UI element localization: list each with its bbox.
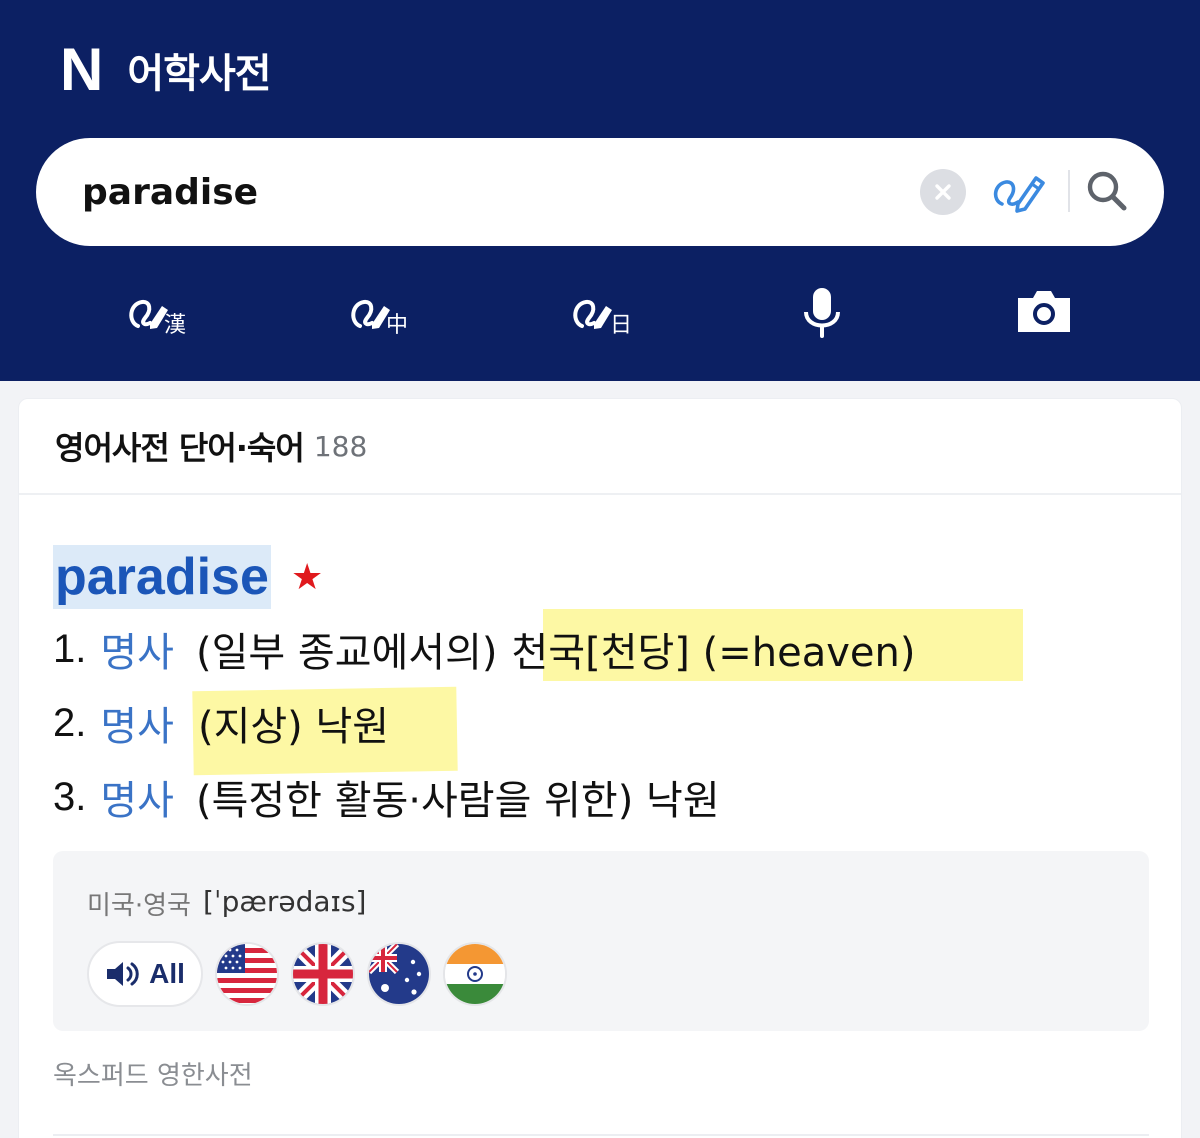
search-input[interactable]: paradise xyxy=(82,172,258,213)
divider xyxy=(53,1134,1149,1136)
handwriting-hanja-icon: 漢 xyxy=(129,299,186,338)
image-search-button[interactable] xyxy=(1008,280,1080,346)
play-all-label: All xyxy=(149,958,185,989)
app-title: 어학사전 xyxy=(127,51,271,97)
search-button[interactable] xyxy=(1082,166,1132,216)
search-divider xyxy=(1068,170,1070,212)
part-of-speech-link[interactable]: 명사 xyxy=(100,768,174,826)
result-count: 188 xyxy=(313,429,368,463)
handwriting-pen-icon xyxy=(993,176,1045,213)
handwriting-chinese-button[interactable]: 中 xyxy=(342,280,414,346)
india-pronunciation-button[interactable] xyxy=(443,942,507,1006)
sense-meaning: 천국[천당] (=heaven) xyxy=(511,630,916,676)
india-flag-icon xyxy=(445,944,505,1004)
sense-note: (일부 종교에서의) xyxy=(195,630,498,676)
sense-row: 1. 명사 (일부 종교에서의) 천국[천당] (=heaven) xyxy=(53,621,915,677)
uk-flag-icon xyxy=(293,944,353,1004)
camera-icon xyxy=(1018,291,1070,332)
dictionary-card: 영어사전 단어·숙어 188 paradise ★ 1. 명사 (일부 종교에서… xyxy=(18,398,1182,1138)
dictionary-source-link[interactable]: 옥스퍼드 영한사전 xyxy=(53,1055,253,1092)
play-all-button[interactable]: All xyxy=(87,941,203,1007)
us-pronunciation-button[interactable] xyxy=(215,942,279,1006)
search-box[interactable]: paradise xyxy=(36,138,1164,246)
australia-pronunciation-button[interactable] xyxy=(367,942,431,1006)
sense-number: 3. xyxy=(53,774,87,819)
clear-search-button[interactable] xyxy=(920,169,966,215)
sense-note: (특정한 활동·사람을 위한) 낙원 xyxy=(195,778,720,824)
pronunciation-ipa: [ˈpærədaɪs] xyxy=(203,885,367,918)
tool-glyph: 中 xyxy=(386,313,408,338)
tool-glyph: 日 xyxy=(610,313,632,338)
handwriting-chinese-icon: 中 xyxy=(351,299,408,338)
uk-pronunciation-button[interactable] xyxy=(291,942,355,1006)
handwriting-button[interactable] xyxy=(988,164,1050,220)
sense-number: 2. xyxy=(53,700,87,745)
star-icon: ★ xyxy=(291,557,324,598)
sense-number: 1. xyxy=(53,626,87,671)
sense-row: 2. 명사 (지상) 낙원 xyxy=(53,695,389,751)
handwriting-japanese-icon: 日 xyxy=(573,299,632,338)
voice-search-button[interactable] xyxy=(786,280,858,346)
x-circle-icon xyxy=(935,184,951,200)
handwriting-japanese-button[interactable]: 日 xyxy=(564,280,636,346)
microphone-icon xyxy=(804,288,840,338)
speaker-icon xyxy=(107,962,139,986)
sense-row: 3. 명사 (특정한 활동·사람을 위한) 낙원 xyxy=(53,769,720,825)
tool-glyph: 漢 xyxy=(164,313,186,338)
entry-word-link[interactable]: paradise xyxy=(53,545,271,609)
part-of-speech-link[interactable]: 명사 xyxy=(100,694,174,752)
magnifier-icon xyxy=(1087,171,1127,211)
pronunciation-panel: 미국·영국 [ˈpærədaɪs] All xyxy=(53,851,1149,1031)
pronunciation-region: 미국·영국 xyxy=(87,891,191,921)
brand[interactable]: N 어학사전 xyxy=(60,36,272,103)
us-flag-icon xyxy=(217,944,277,1004)
part-of-speech-link[interactable]: 명사 xyxy=(100,620,174,678)
handwriting-hanja-button[interactable]: 漢 xyxy=(120,280,192,346)
section-title: 영어사전 단어·숙어 xyxy=(55,429,305,467)
section-header[interactable]: 영어사전 단어·숙어 188 xyxy=(19,399,1181,495)
sense-meaning: (지상) 낙원 xyxy=(197,704,390,750)
naver-logo: N xyxy=(60,36,103,103)
app-header: N 어학사전 paradise 漢 中 日 xyxy=(0,0,1200,381)
australia-flag-icon xyxy=(369,944,429,1004)
